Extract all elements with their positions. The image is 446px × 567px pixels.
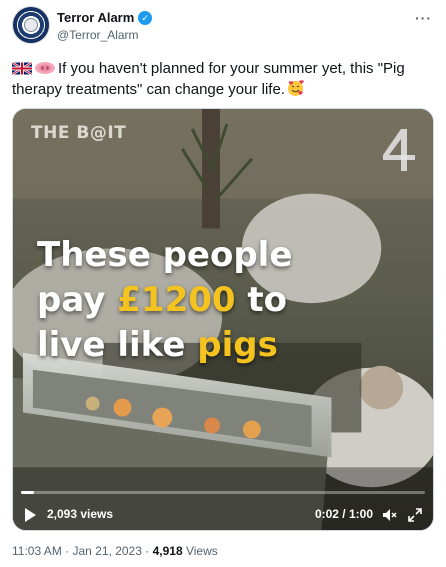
smiling-face-with-hearts-icon: [287, 80, 304, 96]
caption-line: pay £1200 to: [37, 278, 417, 323]
tweet-meta: 11:03 AM · Jan 21, 2023 · 4,918 Views: [12, 544, 218, 558]
mute-icon[interactable]: [381, 507, 397, 523]
tweet-date[interactable]: Jan 21, 2023: [73, 544, 142, 558]
tweet-time[interactable]: 11:03 AM: [12, 544, 62, 558]
video-progress-bar[interactable]: [21, 491, 425, 494]
video-controls: 2,093 views 0:02 / 1:00: [13, 501, 433, 529]
meta-separator: ·: [145, 544, 150, 558]
caption-line: live like pigs: [37, 323, 417, 368]
video-view-count: 2,093 views: [47, 507, 114, 521]
tweet-header: Terror Alarm ✓ @Terror_Alarm ···: [12, 4, 434, 48]
tweet-views-label: Views: [185, 544, 218, 558]
video-progress-fill: [21, 491, 35, 494]
video-caption: These people pay £1200 to live like pigs: [37, 233, 417, 368]
account-avatar[interactable]: [12, 6, 50, 44]
meta-separator: ·: [65, 544, 70, 558]
caption-text: to: [235, 280, 287, 320]
caption-highlight: pigs: [197, 325, 278, 365]
show-watermark: THE B@IT: [31, 123, 127, 143]
fullscreen-icon[interactable]: [407, 507, 423, 523]
terror-alarm-logo: [24, 18, 38, 32]
more-options-icon[interactable]: ···: [415, 10, 432, 26]
account-name[interactable]: Terror Alarm: [57, 10, 134, 25]
tweet-body: If you haven't planned for your summer y…: [12, 60, 405, 98]
channel-4-logo: [383, 129, 415, 171]
play-icon[interactable]: [25, 508, 36, 522]
caption-line: These people: [37, 233, 417, 278]
caption-text: live like: [37, 325, 198, 365]
pig-nose-icon: [35, 62, 55, 74]
name-row: Terror Alarm ✓: [57, 10, 153, 25]
caption-text: pay: [37, 280, 118, 320]
verified-badge-icon: ✓: [138, 10, 153, 25]
caption-text: These people: [37, 235, 293, 275]
account-handle[interactable]: @Terror_Alarm: [57, 28, 139, 42]
tweet-view-count: 4,918: [152, 544, 183, 558]
video-player[interactable]: THE B@IT These people pay £1200 to live …: [12, 108, 434, 531]
video-time: 0:02 / 1:00: [314, 507, 373, 521]
uk-flag-icon: [12, 62, 32, 75]
caption-highlight: £1200: [117, 280, 236, 320]
tweet-text: If you haven't planned for your summer y…: [12, 58, 432, 100]
